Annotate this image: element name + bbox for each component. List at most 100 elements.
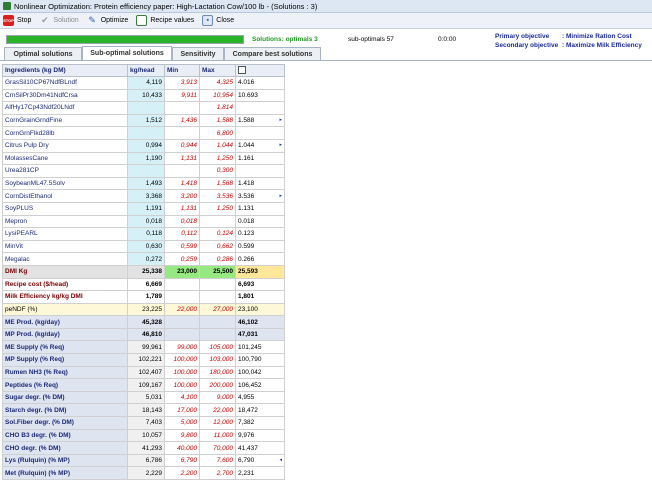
max-value (199, 315, 236, 329)
row-name: peNDF (%) (2, 302, 128, 317)
tab-suboptimal-solutions[interactable]: Sub-optimal solutions (82, 46, 172, 60)
max-value: 10,954 (199, 88, 236, 103)
stop-icon: STOP (3, 15, 14, 26)
kg-head-value: 45,328 (127, 315, 165, 329)
solution-value: 7,382 (235, 416, 285, 430)
solution-grid: Ingredients (kg DM) kg/head Min Max Gras… (2, 64, 285, 480)
pendf-row[interactable]: peNDF (%) 23,225 22,000 27,000 23,100 (2, 302, 285, 317)
max-value: 180,000 (199, 365, 236, 380)
suboptimals-count: sub-optimals 57 (348, 36, 394, 43)
production-row[interactable]: MP Prod. (kg/day) 46,810 47,031 (2, 327, 285, 342)
solution-value: 1.044 ▸ (235, 138, 285, 153)
solution-value: 23,100 (235, 302, 285, 317)
kg-head-value: 25,338 (127, 264, 165, 279)
recipe-values-button[interactable]: Recipe values (136, 14, 194, 27)
supply-row[interactable]: CHO B3 degr. (% DM) 10,057 9,800 11,000 9,97… (2, 428, 285, 443)
dmi-row[interactable]: DMI Kg 25,338 23,000 25,500 25,593 (2, 264, 285, 279)
check-icon: ✔ (41, 15, 49, 25)
max-value: 70,000 (199, 441, 236, 455)
bound-marker-icon: ▸ (279, 142, 282, 149)
max-value: 9,000 (199, 390, 236, 405)
bound-marker-icon: ▸ (279, 192, 282, 199)
production-row[interactable]: ME Prod. (kg/day) 45,328 46,102 (2, 315, 285, 329)
ingredient-row[interactable]: SoyPLUS 1,191 1,131 1,250 1.131 (2, 201, 285, 216)
max-value: 3,536 (199, 189, 236, 203)
min-value: 0,599 (164, 239, 200, 254)
ingredient-row[interactable]: CornDistEthanol 3,368 3,200 3,536 3.536 ▸ (2, 189, 285, 203)
row-name: SoyPLUS (2, 201, 128, 216)
ingredient-row[interactable]: MinVit 0,630 0,599 0,662 0.599 (2, 239, 285, 254)
max-value (199, 290, 236, 304)
ingredient-row[interactable]: CornGrnFlkd28lb 6,800 (2, 126, 285, 140)
supply-row[interactable]: Sugar degr. (% DM) 5,031 4,100 9,000 4,955 (2, 390, 285, 405)
close-button[interactable]: ▪ Close (202, 14, 234, 27)
tab-compare-best-solutions[interactable]: Compare best solutions (224, 47, 321, 60)
max-value: 1,250 (199, 151, 236, 166)
tab-optimal-solutions[interactable]: Optimal solutions (4, 47, 82, 60)
solution-value-text: 1,801 (238, 293, 255, 301)
supply-row[interactable]: Starch degr. (% DM) 18,143 17,000 22,000 18,… (2, 403, 285, 418)
kg-head-value: 0,630 (127, 239, 165, 254)
max-value: 103,000 (199, 353, 236, 367)
min-value (164, 164, 200, 178)
supply-row[interactable]: CHO degr. (% DM) 41,293 40,000 70,000 41,437 (2, 441, 285, 455)
milk-efficiency-row[interactable]: Milk Efficiency kg/kg DMI 1,789 1,801 (2, 290, 285, 304)
kg-head-value: 1,191 (127, 201, 165, 216)
solution-button[interactable]: ✔ Solution (39, 14, 79, 27)
ingredient-row[interactable]: CrnSilPr30Dm41NdfCrsa 10,433 9,911 10,954 10… (2, 88, 285, 103)
kg-head-value: 0,018 (127, 214, 165, 229)
solution-value-text: 25,593 (238, 268, 258, 276)
row-name: MolassesCane (2, 151, 128, 166)
ingredient-row[interactable]: MolassesCane 1,190 1,131 1,250 1.161 (2, 151, 285, 166)
supply-row[interactable]: ME Supply (% Req) 99,961 99,000 105,000 101,… (2, 340, 285, 355)
min-value: 1,418 (164, 176, 200, 191)
ingredient-row[interactable]: Mepron 0,018 0,018 0.018 (2, 214, 285, 229)
supply-row[interactable]: Met (Rulquin) (% MP) 2,229 2,200 2,700 2,231 (2, 466, 285, 480)
kg-head-value: 1,493 (127, 176, 165, 191)
ingredient-row[interactable]: LysiPEARL 0,118 0,112 0,124 0.123 (2, 227, 285, 241)
tab-sensitivity[interactable]: Sensitivity (172, 47, 224, 60)
row-name: Mepron (2, 214, 128, 229)
solution-value (235, 126, 285, 140)
solution-value-text: 0.599 (238, 243, 255, 251)
min-value (164, 126, 200, 140)
kg-head-value: 46,810 (127, 327, 165, 342)
ingredient-row[interactable]: CornGrainGrndFine 1,512 1,436 1,588 1.588 ▸ (2, 113, 285, 128)
solution-value: 4,955 (235, 390, 285, 405)
row-name: GrasSil10CP67NdfBLndf (2, 76, 128, 90)
recipe-cost-row[interactable]: Recipe cost ($/head) 6,669 6,693 (2, 277, 285, 292)
ingredient-row[interactable]: GrasSil10CP67NdfBLndf 4,119 3,913 4,325 4.01… (2, 76, 285, 90)
ingredient-row[interactable]: SoybeanML47.5Solv 1,493 1,418 1,568 1.418 (2, 176, 285, 191)
ingredient-row[interactable]: Citrus Pulp Dry 0,994 0,944 1,044 1.044 ▸ (2, 138, 285, 153)
bound-marker-icon: ▸ (279, 117, 282, 124)
solution-value: 101,245 (235, 340, 285, 355)
solution-value: 2,231 (235, 466, 285, 480)
elapsed-time: 0:0:00 (438, 36, 457, 43)
row-name: Sugar degr. (% DM) (2, 390, 128, 405)
ingredient-row[interactable]: Megalac 0,272 0,259 0,286 0.266 (2, 252, 285, 266)
min-value: 0,018 (164, 214, 200, 229)
solution-value-text: 4.016 (238, 79, 255, 87)
solution-value: 3.536 ▸ (235, 189, 285, 203)
max-value: 4,325 (199, 76, 236, 90)
solution-value-text: 47,031 (238, 331, 258, 339)
solution-value: 6,693 (235, 277, 285, 292)
solution-value: 1,801 (235, 290, 285, 304)
select-checkbox[interactable] (238, 65, 246, 74)
ingredient-row[interactable]: AlfHy17Cp43Ndf20LNdf 1,814 (2, 101, 285, 115)
optimize-button[interactable]: ✎ Optimize (87, 14, 128, 27)
supply-row[interactable]: Rumen NH3 (% Req) 102,407 100,000 180,000 10… (2, 365, 285, 380)
row-name: CHO degr. (% DM) (2, 441, 128, 455)
supply-row[interactable]: Peptides (% Req) 109,167 100,000 200,000 106… (2, 378, 285, 392)
stop-button[interactable]: STOP Stop (3, 14, 31, 27)
kg-head-value: 99,961 (127, 340, 165, 355)
min-value: 1,436 (164, 113, 200, 128)
min-value: 2,200 (164, 466, 200, 480)
kg-head-value: 0,118 (127, 227, 165, 241)
kg-head-value: 41,293 (127, 441, 165, 455)
supply-row[interactable]: Sol.Fiber degr. (% DM) 7,403 5,000 12,000 7,… (2, 416, 285, 430)
supply-row[interactable]: MP Supply (% Req) 102,221 100,000 103,000 10… (2, 353, 285, 367)
supply-row[interactable]: Lys (Rulquin) (% MP) 6,786 6,790 7,600 6,790… (2, 453, 285, 468)
ingredient-row[interactable]: Urea281CP 0,300 (2, 164, 285, 178)
min-value: 100,000 (164, 353, 200, 367)
